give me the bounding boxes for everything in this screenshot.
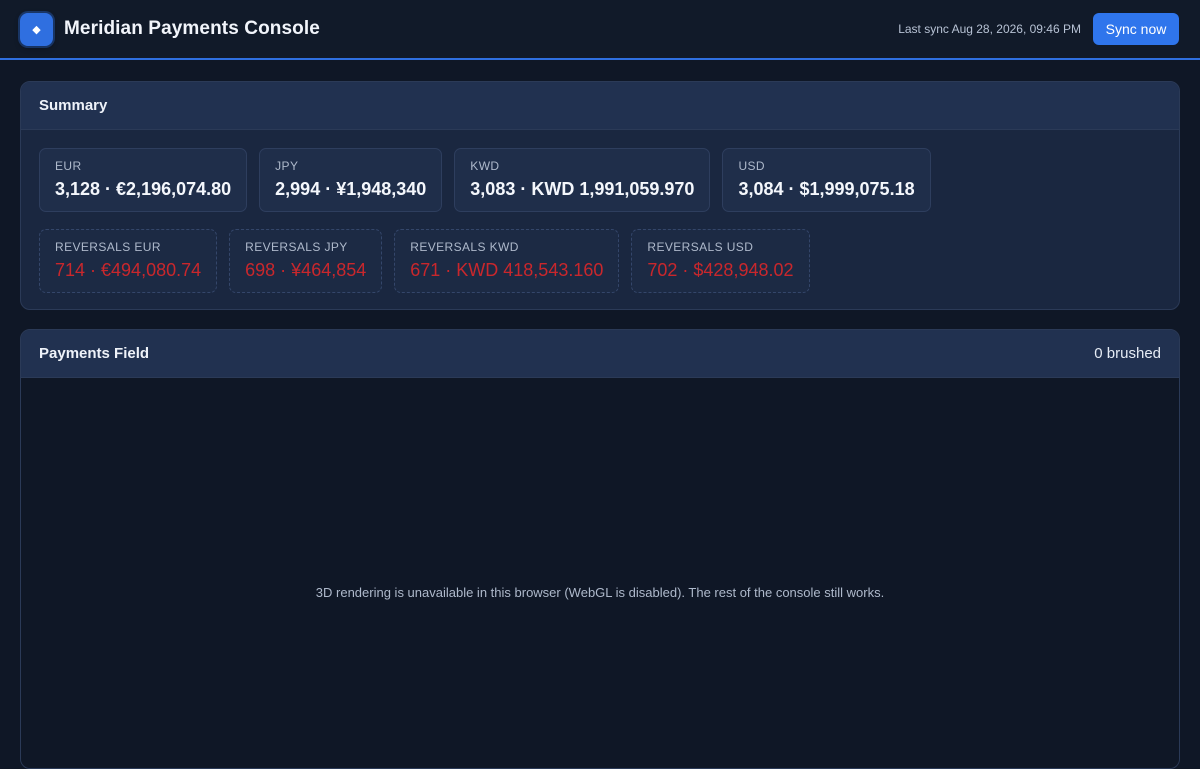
- stat-label: REVERSALS USD: [647, 240, 754, 254]
- summary-panel-header: Summary: [21, 82, 1179, 130]
- reversals-row: REVERSALS EUR 714 · €494,080.74 REVERSAL…: [39, 229, 810, 293]
- stat-value: 3,128 · €2,196,074.80: [55, 179, 232, 199]
- stat-value: 2,994 · ¥1,948,340: [275, 179, 427, 199]
- summary-title: Summary: [39, 97, 108, 114]
- stat-label: REVERSALS KWD: [410, 240, 519, 254]
- payments-field-header: Payments Field 0 brushed: [21, 330, 1179, 378]
- total-card-usd: USD 3,084 · $1,999,075.18: [722, 148, 931, 212]
- stat-label: JPY: [275, 159, 299, 173]
- total-card-eur: EUR 3,128 · €2,196,074.80: [39, 148, 248, 212]
- stat-label: REVERSALS JPY: [245, 240, 348, 254]
- payments-field-panel: Payments Field 0 brushed 3D rendering is…: [20, 329, 1180, 769]
- stat-label: REVERSALS EUR: [55, 240, 161, 254]
- total-card-kwd: KWD 3,083 · KWD 1,991,059.970: [454, 148, 711, 212]
- reversal-card-eur: REVERSALS EUR 714 · €494,080.74: [39, 229, 218, 293]
- total-card-jpy: JPY 2,994 · ¥1,948,340: [259, 148, 443, 212]
- sync-now-button[interactable]: Sync now: [1093, 13, 1179, 45]
- stat-value: 3,083 · KWD 1,991,059.970: [470, 179, 695, 199]
- payments-field-canvas[interactable]: 3D rendering is unavailable in this brow…: [21, 378, 1179, 768]
- brushed-count: 0 brushed: [1094, 345, 1161, 362]
- app-header: ◆ Meridian Payments Console Last sync Au…: [0, 0, 1200, 60]
- reversal-card-jpy: REVERSALS JPY 698 · ¥464,854: [229, 229, 383, 293]
- stat-label: KWD: [470, 159, 500, 173]
- webgl-unavailable-message: 3D rendering is unavailable in this brow…: [315, 585, 885, 600]
- payments-field-title: Payments Field: [39, 345, 150, 362]
- stat-value: 714 · €494,080.74: [55, 260, 202, 280]
- stat-value: 671 · KWD 418,543.160: [410, 260, 604, 280]
- stat-value: 698 · ¥464,854: [245, 260, 367, 280]
- stat-label: EUR: [55, 159, 82, 173]
- app-title: Meridian Payments Console: [64, 18, 320, 39]
- totals-row: EUR 3,128 · €2,196,074.80 JPY 2,994 · ¥1…: [39, 148, 931, 212]
- stat-value: 3,084 · $1,999,075.18: [738, 179, 915, 199]
- summary-panel: Summary EUR 3,128 · €2,196,074.80 JPY 2,…: [20, 81, 1180, 310]
- app-logo-icon: ◆: [20, 13, 53, 46]
- reversal-card-usd: REVERSALS USD 702 · $428,948.02: [631, 229, 810, 293]
- stat-label: USD: [738, 159, 765, 173]
- reversal-card-kwd: REVERSALS KWD 671 · KWD 418,543.160: [394, 229, 620, 293]
- last-sync-text: Last sync Aug 28, 2026, 09:46 PM: [898, 22, 1081, 36]
- stat-value: 702 · $428,948.02: [647, 260, 794, 280]
